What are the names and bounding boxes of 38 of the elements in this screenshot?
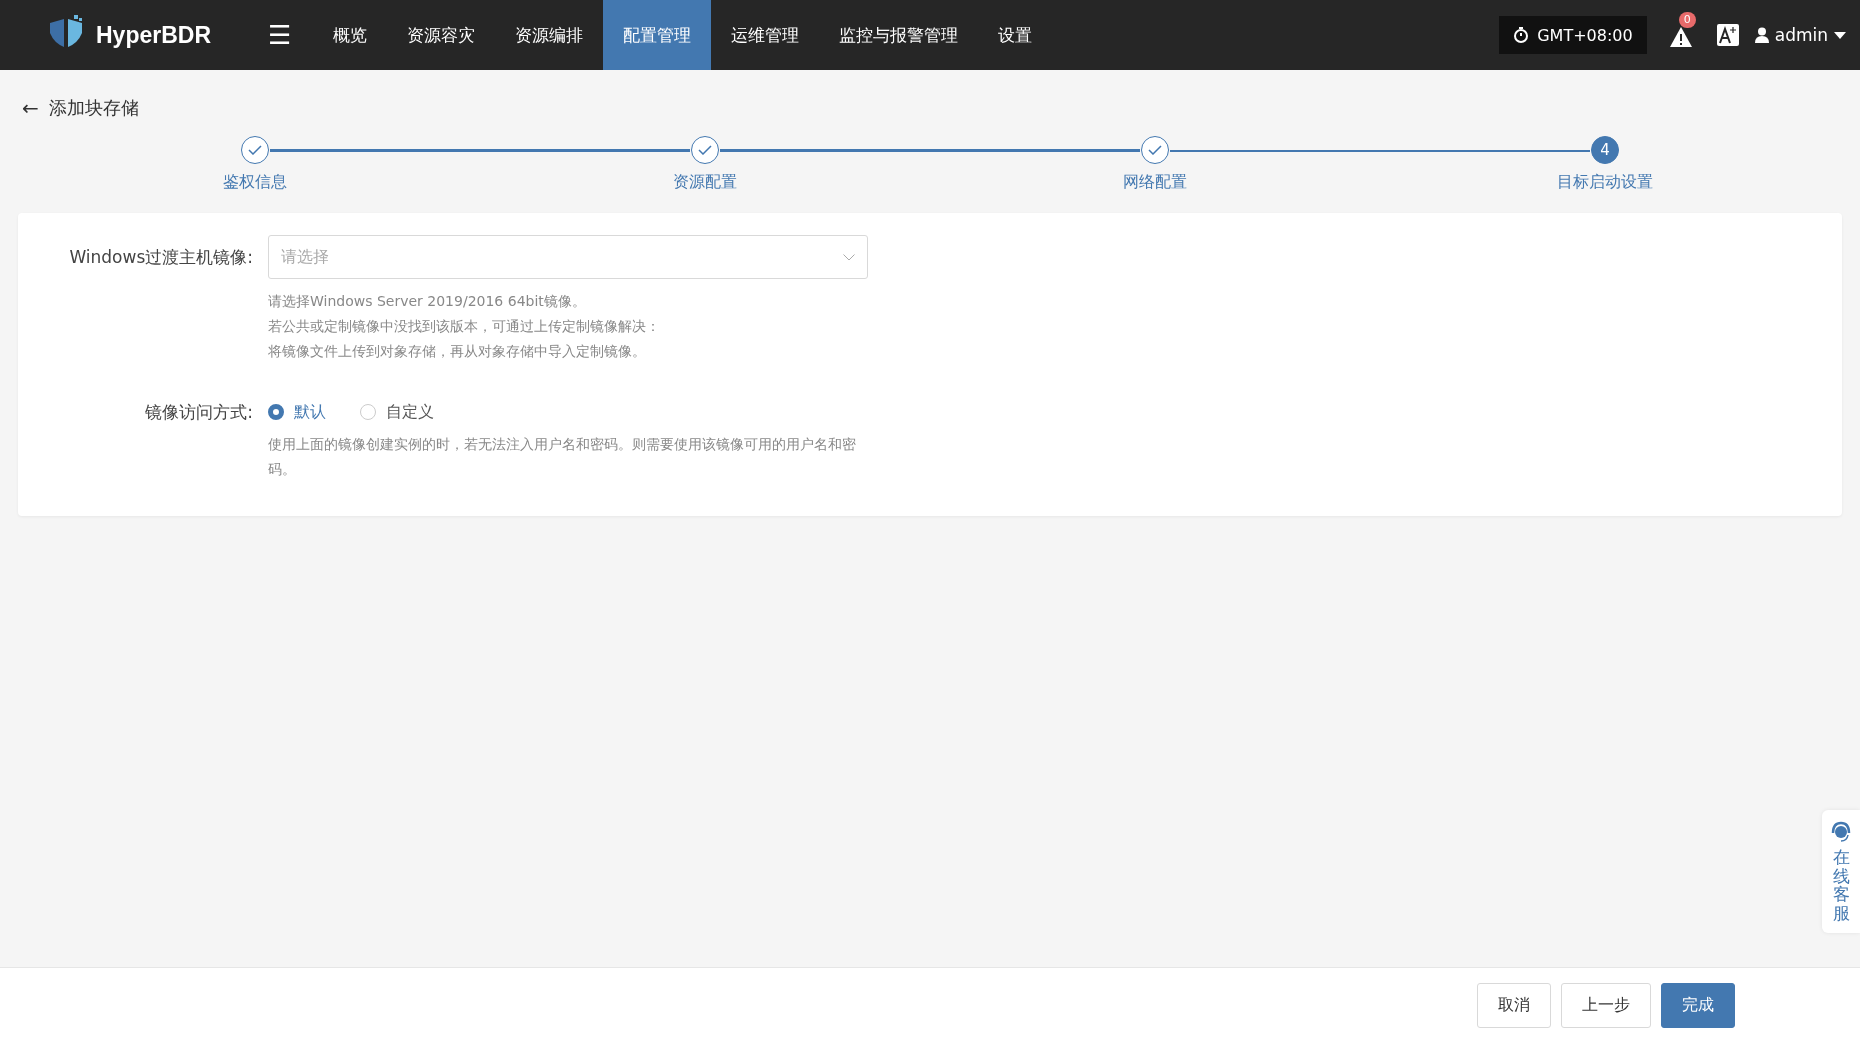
step-label: 目标启动设置 xyxy=(1557,172,1653,193)
caret-icon xyxy=(1834,31,1846,39)
nav-tab[interactable]: 运维管理 xyxy=(711,0,820,70)
help-text: 请选择Windows Server 2019/2016 64bit镜像。 xyxy=(268,292,587,311)
nav-tab[interactable]: 设置 xyxy=(978,0,1053,70)
field-label: Windows过渡主机镜像: xyxy=(68,246,253,269)
help-text: 将镜像文件上传到对象存储，再从对象存储中导入定制镜像。 xyxy=(268,342,647,361)
help-text: 使用上面的镜像创建实例的时，若无法注入用户名和密码。则需要使用该镜像可用的用户名和密码。 xyxy=(268,435,857,479)
radio-option[interactable]: 自定义 xyxy=(360,401,434,423)
footer-button[interactable]: 完成 xyxy=(1661,983,1735,1028)
field-label: 镜像访问方式: xyxy=(144,401,253,424)
user-icon xyxy=(1754,27,1769,43)
step-label: 资源配置 xyxy=(673,172,737,193)
step-label: 网络配置 xyxy=(1123,172,1187,193)
timezone-button[interactable]: GMT+08:00 xyxy=(1499,16,1647,54)
chevron-down-icon xyxy=(843,253,855,261)
warning-icon[interactable] xyxy=(1668,25,1693,49)
radio-option[interactable]: 默认 xyxy=(268,401,326,423)
translate-icon[interactable] xyxy=(1716,24,1739,46)
back-button[interactable]: ← xyxy=(22,96,39,120)
nav-tab[interactable]: 概览 xyxy=(313,0,388,70)
nav-tab[interactable]: 资源编排 xyxy=(495,0,604,70)
user-menu[interactable]: admin xyxy=(1754,25,1846,45)
help-text: 若公共或定制镜像中没找到该版本，可通过上传定制镜像解决： xyxy=(268,317,661,336)
nav-tab[interactable]: 监控与报警管理 xyxy=(819,0,979,70)
brand-name: HyperBDR xyxy=(96,21,212,49)
alert-count-badge: 0 xyxy=(1678,12,1696,28)
headset-agent-icon xyxy=(1830,820,1852,844)
nav-tab[interactable]: 配置管理 xyxy=(603,0,712,70)
stopwatch-icon xyxy=(1513,27,1530,43)
online-support-button[interactable]: 在线客服 xyxy=(1822,810,1860,933)
footer-button[interactable]: 取消 xyxy=(1477,983,1551,1028)
step-number: 4 xyxy=(1591,136,1619,164)
page-title: 添加块存储 xyxy=(48,96,139,120)
nav-tab[interactable]: 资源容灾 xyxy=(387,0,496,70)
footer-button[interactable]: 上一步 xyxy=(1561,983,1651,1028)
menu-button[interactable]: ☰ xyxy=(268,20,292,50)
step-label: 鉴权信息 xyxy=(223,172,287,193)
